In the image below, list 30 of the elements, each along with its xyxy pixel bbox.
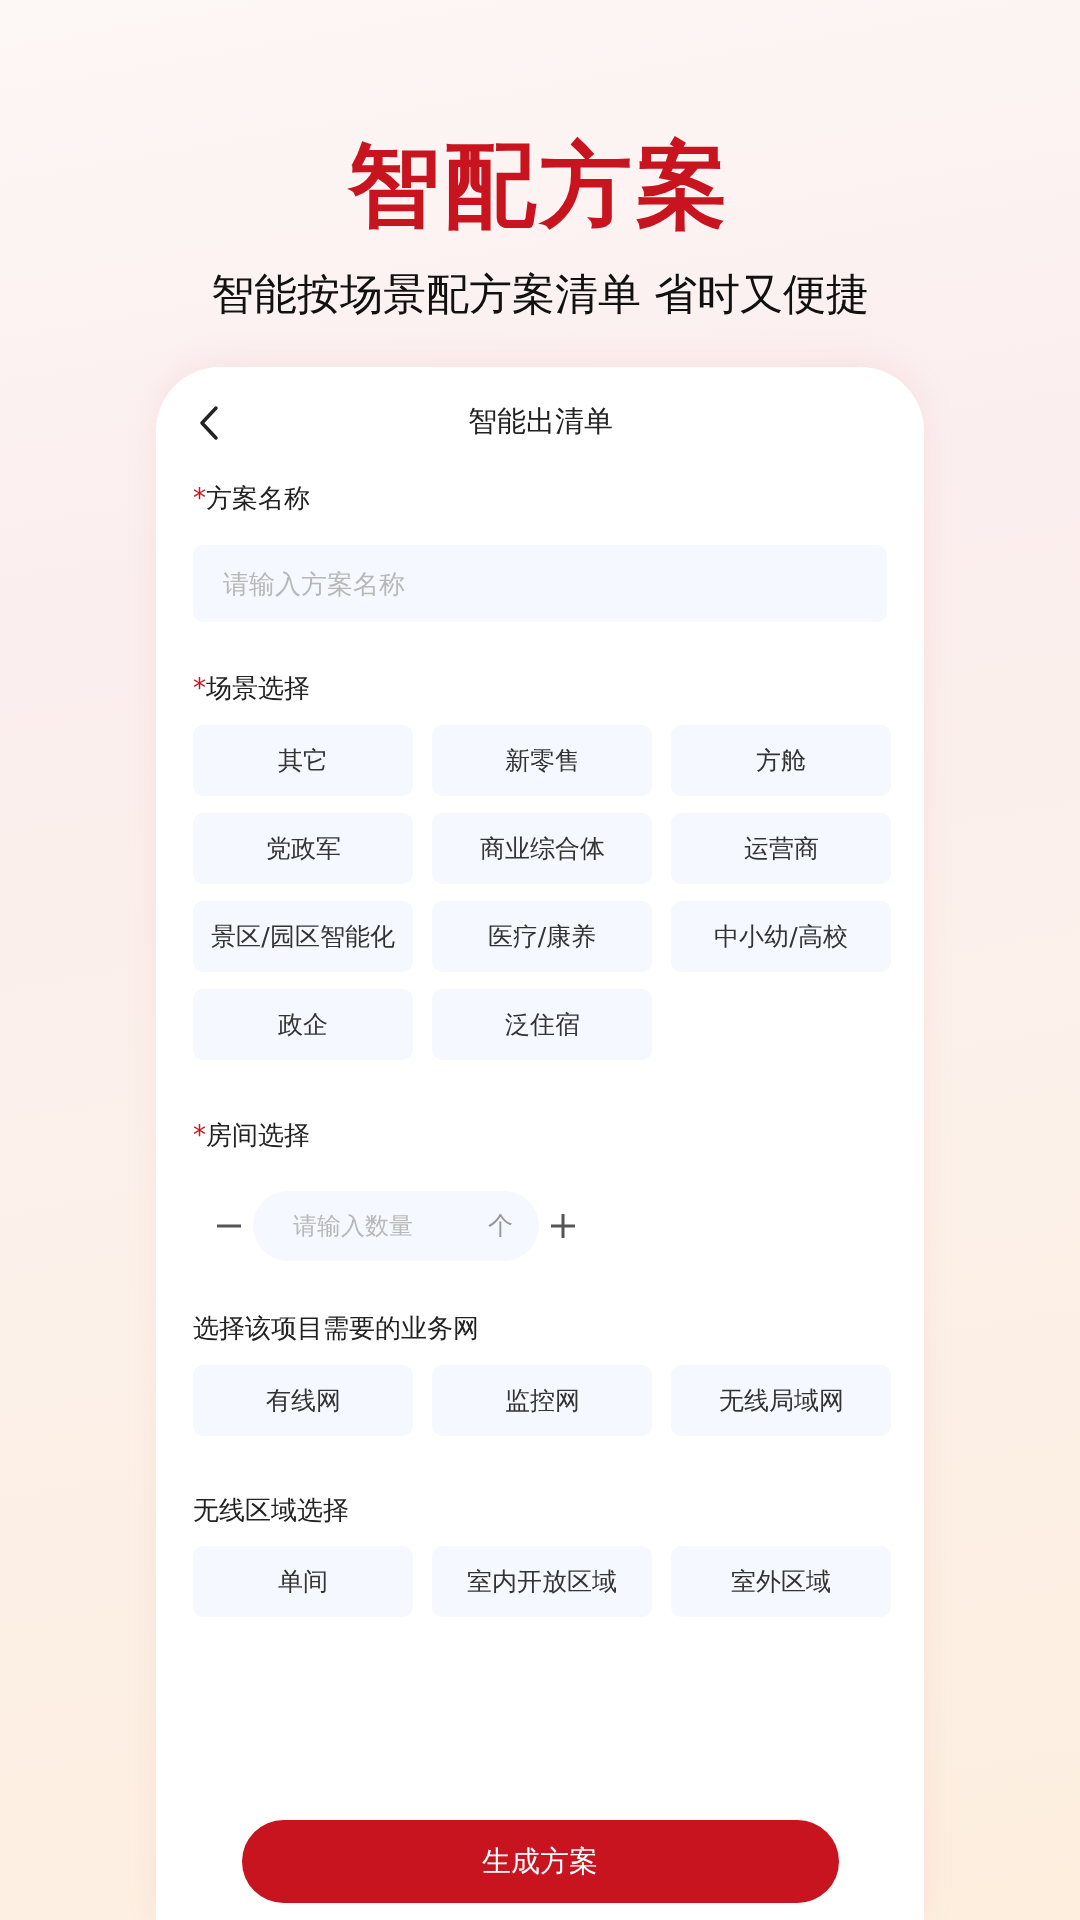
option-chip[interactable]: 景区/园区智能化 (193, 901, 413, 972)
generate-button[interactable]: 生成方案 (241, 1820, 839, 1903)
unit-label: 个 (488, 1211, 513, 1241)
option-chip[interactable]: 商业综合体 (432, 813, 652, 884)
input-field[interactable]: 请输入方案名称 (193, 545, 887, 622)
plus-icon[interactable] (550, 1213, 576, 1239)
field-label: *方案名称 (193, 482, 310, 515)
option-chip[interactable]: 单间 (193, 1546, 413, 1617)
tagline: 智能按场景配方案清单 省时又便捷 (210, 268, 870, 321)
option-chip[interactable]: 有线网 (193, 1365, 413, 1436)
screen-title: 智能出清单 (467, 403, 613, 440)
option-chip[interactable]: 室外区域 (671, 1546, 891, 1617)
option-chip[interactable]: 室内开放区域 (432, 1546, 652, 1617)
back-icon[interactable] (198, 405, 220, 441)
option-chip[interactable]: 中小幼/高校 (671, 901, 891, 972)
option-chip[interactable]: 其它 (193, 725, 413, 796)
option-chip[interactable]: 新零售 (432, 725, 652, 796)
option-chip[interactable]: 泛住宿 (432, 989, 652, 1060)
option-chip[interactable]: 运营商 (671, 813, 891, 884)
option-chip[interactable]: 党政军 (193, 813, 413, 884)
field-label: *房间选择 (193, 1119, 310, 1152)
option-chip[interactable]: 监控网 (432, 1365, 652, 1436)
option-chip[interactable]: 政企 (193, 989, 413, 1060)
option-chip[interactable]: 医疗/康养 (432, 901, 652, 972)
option-chip[interactable]: 方舱 (671, 725, 891, 796)
headline: 智配方案 (348, 131, 732, 241)
field-label: *场景选择 (193, 672, 310, 705)
field-label: 选择该项目需要的业务网 (193, 1312, 479, 1345)
option-chip[interactable]: 无线局域网 (671, 1365, 891, 1436)
field-label: 无线区域选择 (193, 1494, 349, 1527)
